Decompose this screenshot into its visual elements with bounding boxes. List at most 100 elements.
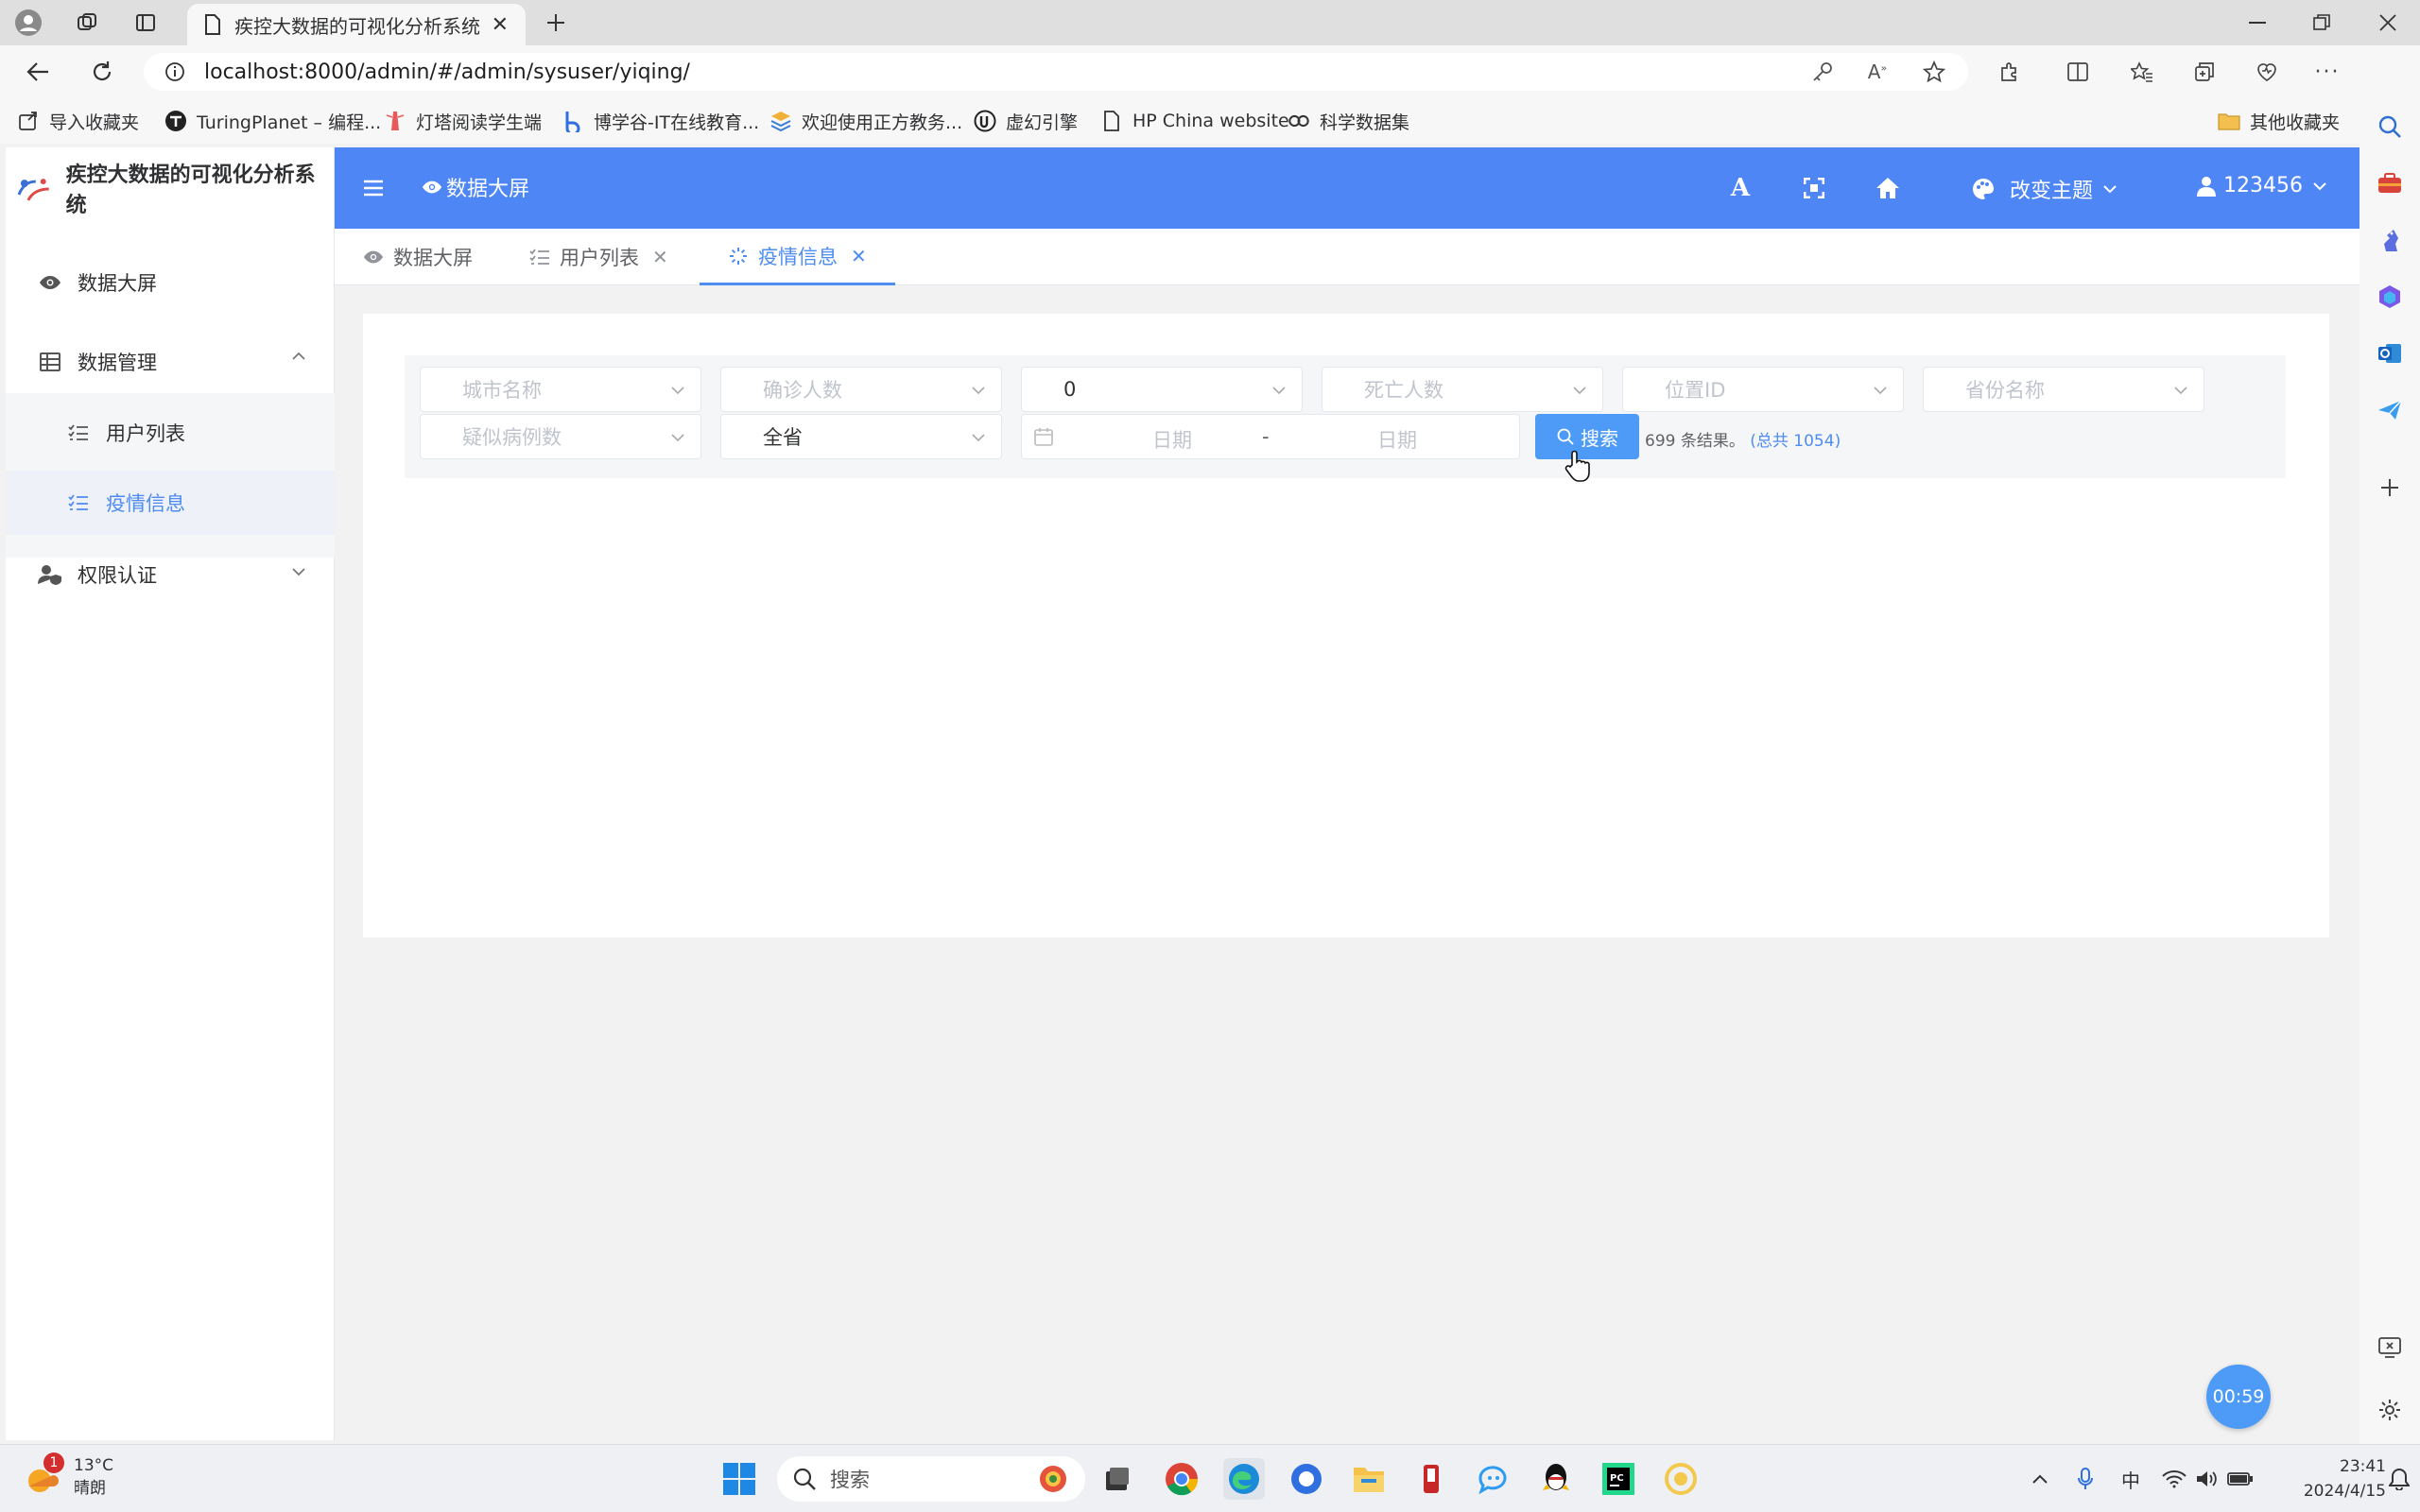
battery-icon[interactable] bbox=[2227, 1466, 2254, 1492]
home-icon[interactable] bbox=[1872, 172, 1904, 204]
close-tab-icon[interactable]: ✕ bbox=[492, 13, 509, 37]
menu-item-auth[interactable]: 权限认证 bbox=[6, 541, 335, 609]
result-total-link[interactable]: (总共 1054) bbox=[1750, 432, 1841, 451]
wifi-icon[interactable] bbox=[2161, 1466, 2187, 1492]
user-shield-icon bbox=[38, 562, 62, 587]
city-select[interactable]: 城市名称 bbox=[420, 367, 701, 412]
province-select[interactable]: 省份名称 bbox=[1923, 367, 2204, 412]
menu-item-epidemic-info[interactable]: 疫情信息 bbox=[6, 471, 335, 535]
browser-essentials-icon[interactable] bbox=[2252, 57, 2282, 87]
date-range-picker[interactable]: 日期 - 日期 bbox=[1021, 414, 1520, 459]
app-blue-circle-icon[interactable] bbox=[1286, 1458, 1327, 1500]
password-key-icon[interactable] bbox=[1807, 57, 1838, 87]
location-id-select[interactable]: 位置ID bbox=[1622, 367, 1904, 412]
chat-app-icon[interactable] bbox=[1473, 1458, 1514, 1500]
tab-user-list[interactable]: 用户列表 ✕ bbox=[529, 229, 668, 285]
app-red-icon[interactable] bbox=[1410, 1458, 1452, 1500]
timer-badge[interactable]: 00:59 bbox=[2206, 1365, 2271, 1429]
games-chess-icon[interactable] bbox=[2375, 225, 2405, 255]
search-button-label: 搜索 bbox=[1581, 426, 1618, 450]
list-icon bbox=[66, 490, 91, 515]
collections-icon[interactable] bbox=[2189, 57, 2220, 87]
bookmark-zhengfang[interactable]: 欢迎使用正方教务... bbox=[769, 108, 962, 134]
microphone-icon[interactable] bbox=[2072, 1466, 2099, 1492]
font-size-icon[interactable]: A bbox=[1724, 172, 1756, 204]
fullscreen-icon[interactable] bbox=[1798, 172, 1830, 204]
other-bookmarks[interactable]: 其他收藏夹 bbox=[2218, 108, 2340, 134]
scope-select[interactable]: 全省 bbox=[720, 414, 1002, 459]
add-sidebar-icon[interactable] bbox=[2375, 472, 2405, 503]
favorite-star-icon[interactable] bbox=[1919, 57, 1949, 87]
hamburger-menu-icon[interactable] bbox=[357, 172, 389, 204]
notification-bell-icon[interactable] bbox=[2386, 1466, 2412, 1492]
bookmark-hp[interactable]: HP China website bbox=[1100, 108, 1289, 134]
favorites-icon[interactable] bbox=[2127, 57, 2157, 87]
outlook-icon[interactable] bbox=[2375, 338, 2405, 369]
bookmark-unreal[interactable]: 虚幻引擎 bbox=[974, 108, 1078, 134]
edge-icon[interactable] bbox=[1223, 1458, 1265, 1500]
read-aloud-icon[interactable]: A» bbox=[1862, 57, 1893, 87]
menu-item-user-list[interactable]: 用户列表 bbox=[6, 401, 335, 465]
taskbar-search[interactable]: 搜索 bbox=[777, 1456, 1085, 1502]
task-view-icon[interactable] bbox=[1097, 1458, 1138, 1500]
deaths-select[interactable]: 死亡人数 bbox=[1322, 367, 1603, 412]
system-clock[interactable]: 23:41 2024/4/15 bbox=[2291, 1454, 2386, 1503]
tools-briefcase-icon[interactable] bbox=[2375, 168, 2405, 198]
minimize-button[interactable] bbox=[2227, 0, 2288, 45]
tray-overflow-icon[interactable] bbox=[2027, 1466, 2053, 1492]
close-icon[interactable]: ✕ bbox=[652, 246, 668, 268]
date-separator: - bbox=[1262, 425, 1270, 448]
value-select[interactable]: 0 bbox=[1021, 367, 1303, 412]
bookmark-import[interactable]: 导入收藏夹 bbox=[17, 108, 139, 134]
ime-indicator[interactable]: 中 bbox=[2118, 1466, 2144, 1492]
suspected-select[interactable]: 疑似病例数 bbox=[420, 414, 701, 459]
send-icon[interactable] bbox=[2375, 395, 2405, 425]
bookmark-boxuegu[interactable]: 博学谷-IT在线教育... bbox=[562, 108, 759, 134]
settings-gear-icon[interactable] bbox=[2375, 1395, 2405, 1425]
vertical-tabs-icon[interactable] bbox=[130, 8, 161, 38]
new-tab-button[interactable] bbox=[539, 8, 573, 38]
url-field[interactable]: localhost:8000/admin/#/admin/sysuser/yiq… bbox=[144, 53, 1968, 91]
menu-item-data-manage[interactable]: 数据管理 bbox=[6, 331, 335, 393]
weather-badge: 1 bbox=[43, 1452, 64, 1473]
microsoft365-icon[interactable] bbox=[2375, 282, 2405, 312]
change-theme-dropdown[interactable]: 改变主题 bbox=[1972, 174, 2118, 204]
more-options-icon[interactable]: ··· bbox=[2312, 57, 2342, 87]
search-icon bbox=[793, 1468, 816, 1490]
user-dropdown[interactable]: 123456 bbox=[2197, 174, 2327, 198]
browser-tab[interactable]: 疾控大数据的可视化分析系统 ✕ bbox=[187, 4, 526, 45]
workspaces-icon[interactable] bbox=[72, 8, 102, 38]
pycharm-icon[interactable]: PC bbox=[1598, 1458, 1639, 1500]
confirmed-select[interactable]: 确诊人数 bbox=[720, 367, 1002, 412]
windows-start-icon[interactable] bbox=[718, 1458, 760, 1500]
split-screen-icon[interactable] bbox=[2063, 57, 2093, 87]
close-window-button[interactable] bbox=[2358, 0, 2418, 45]
file-explorer-icon[interactable] bbox=[1348, 1458, 1390, 1500]
extensions-icon[interactable] bbox=[1995, 57, 2025, 87]
weather-widget[interactable]: 1 13°C 晴朗 bbox=[23, 1452, 113, 1500]
date-start-input[interactable]: 日期 bbox=[1152, 425, 1192, 454]
tab-dashboard[interactable]: 数据大屏 bbox=[363, 229, 473, 285]
sidebar-screenshot-icon[interactable] bbox=[2375, 1332, 2405, 1363]
tab-label: 疫情信息 bbox=[758, 245, 838, 268]
back-icon[interactable] bbox=[23, 57, 53, 87]
restore-button[interactable] bbox=[2291, 0, 2352, 45]
date-end-input[interactable]: 日期 bbox=[1377, 425, 1417, 454]
refresh-icon[interactable] bbox=[87, 57, 117, 87]
chrome-icon[interactable] bbox=[1161, 1458, 1202, 1500]
volume-icon[interactable] bbox=[2193, 1466, 2220, 1492]
menu-item-dashboard[interactable]: 数据大屏 bbox=[6, 251, 335, 314]
bookmark-lighthouse[interactable]: 灯塔阅读学生端 bbox=[384, 108, 542, 134]
qq-icon[interactable] bbox=[1535, 1458, 1577, 1500]
url-text: localhost:8000/admin/#/admin/sysuser/yiq… bbox=[204, 60, 690, 84]
lighthouse-icon bbox=[384, 110, 406, 132]
topbar-title[interactable]: 数据大屏 bbox=[422, 172, 529, 202]
bookmark-turingplanet[interactable]: TuringPlanet – 编程... bbox=[164, 108, 381, 134]
app-yellow-icon[interactable] bbox=[1660, 1458, 1702, 1500]
profile-icon[interactable] bbox=[13, 8, 43, 38]
close-icon[interactable]: ✕ bbox=[851, 245, 867, 267]
bookmark-science-data[interactable]: 科学数据集 bbox=[1288, 108, 1409, 134]
tab-epidemic-info[interactable]: 疫情信息 ✕ bbox=[700, 229, 895, 285]
site-info-icon[interactable] bbox=[164, 61, 185, 82]
search-icon[interactable] bbox=[2375, 112, 2405, 142]
